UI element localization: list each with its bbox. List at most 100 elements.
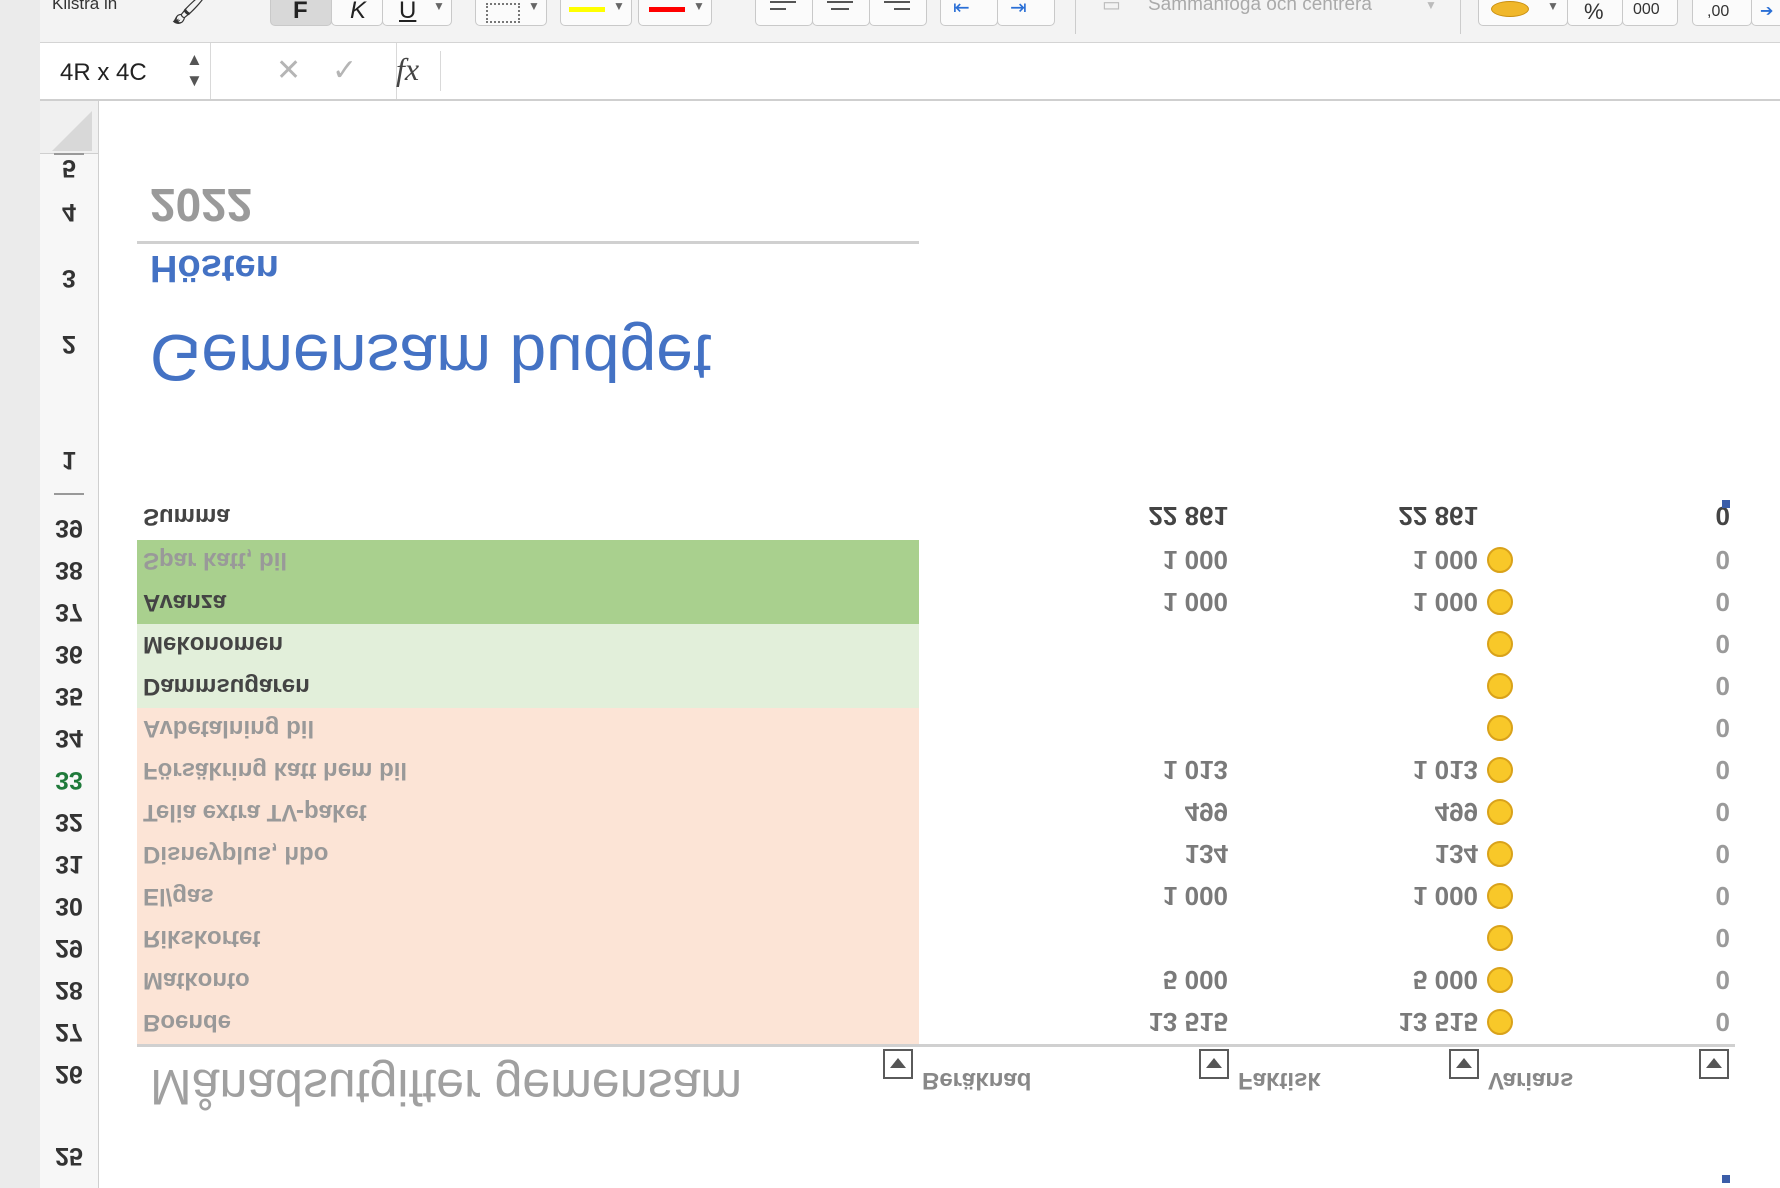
bold-button[interactable]: F bbox=[270, 0, 332, 26]
row-label[interactable]: Mekonomen bbox=[143, 630, 283, 658]
chevron-down-icon[interactable]: ▼ bbox=[433, 0, 445, 13]
chevron-down-icon[interactable]: ▼ bbox=[613, 0, 625, 13]
estimated-total[interactable]: 22 861 bbox=[1068, 500, 1228, 531]
row-number[interactable]: 32 bbox=[40, 807, 98, 836]
row-number[interactable]: 31 bbox=[40, 849, 98, 878]
currency-format-button[interactable]: ▼ bbox=[1478, 0, 1568, 26]
row-label[interactable]: Avbetalning bil bbox=[143, 714, 314, 742]
variance-cell[interactable]: 0 bbox=[1700, 712, 1730, 743]
formula-input[interactable] bbox=[450, 43, 1780, 99]
align-center-button[interactable] bbox=[812, 0, 870, 26]
percent-button[interactable]: % bbox=[1567, 0, 1623, 26]
thousands-button[interactable]: 000 bbox=[1622, 0, 1678, 26]
actual-cell[interactable]: 1 000 bbox=[1318, 586, 1478, 617]
confirm-icon[interactable]: ✓ bbox=[332, 53, 357, 88]
row-number[interactable]: 25 bbox=[40, 1141, 98, 1170]
row-number[interactable]: 34 bbox=[40, 723, 98, 752]
decrease-decimal-button[interactable]: ➔ bbox=[1751, 0, 1780, 26]
actual-cell[interactable] bbox=[1318, 628, 1478, 659]
actual-cell[interactable] bbox=[1318, 670, 1478, 701]
estimated-cell[interactable]: 5 000 bbox=[1068, 964, 1228, 995]
actual-cell[interactable]: 13 515 bbox=[1318, 1006, 1478, 1037]
estimated-cell[interactable] bbox=[1068, 628, 1228, 659]
filter-button-extra[interactable] bbox=[1699, 1049, 1729, 1079]
row-number[interactable]: 3 bbox=[40, 263, 98, 292]
filter-button-actual[interactable] bbox=[1199, 1049, 1229, 1079]
column-header-actual[interactable]: Faktisk bbox=[1238, 1066, 1321, 1094]
underline-button[interactable]: U ▼ bbox=[382, 0, 452, 26]
actual-cell[interactable] bbox=[1318, 712, 1478, 743]
actual-cell[interactable]: 134 bbox=[1318, 838, 1478, 869]
estimated-cell[interactable]: 13 515 bbox=[1068, 1006, 1228, 1037]
variance-cell[interactable]: 0 bbox=[1700, 922, 1730, 953]
filter-button-estimated[interactable] bbox=[883, 1049, 913, 1079]
selection-handle[interactable] bbox=[1722, 1175, 1730, 1183]
variance-cell[interactable]: 0 bbox=[1700, 586, 1730, 617]
format-painter-icon[interactable]: 🖌 bbox=[170, 0, 208, 27]
estimated-cell[interactable]: 134 bbox=[1068, 838, 1228, 869]
row-label[interactable]: Avanza bbox=[143, 588, 226, 616]
increase-decimal-button[interactable]: ,00 bbox=[1692, 0, 1752, 26]
row-label[interactable]: Disneyplus, hbo bbox=[143, 840, 328, 868]
insert-function-button[interactable]: fx bbox=[396, 51, 419, 88]
variance-cell[interactable]: 0 bbox=[1700, 670, 1730, 701]
row-label[interactable]: Telia extra TV-paket bbox=[143, 798, 367, 826]
borders-button[interactable]: ▼ bbox=[475, 0, 547, 26]
total-label[interactable]: Summa bbox=[143, 502, 230, 530]
row-number[interactable]: 27 bbox=[40, 1017, 98, 1046]
row-label[interactable]: Rikskortet bbox=[143, 924, 260, 952]
row-number[interactable]: 35 bbox=[40, 681, 98, 710]
row-label[interactable]: Dammsugaren bbox=[143, 672, 310, 700]
row-number[interactable]: 36 bbox=[40, 639, 98, 668]
font-color-button[interactable]: ▼ bbox=[638, 0, 712, 26]
name-box-spinner-icon[interactable]: ▲ ▼ bbox=[186, 49, 203, 91]
row-number-active[interactable]: 33 bbox=[40, 765, 98, 794]
align-left-button[interactable] bbox=[755, 0, 813, 26]
row-label[interactable]: Försäkring katt hem bil bbox=[143, 756, 407, 784]
actual-cell[interactable]: 5 000 bbox=[1318, 964, 1478, 995]
estimated-cell[interactable]: 499 bbox=[1068, 796, 1228, 827]
page-title[interactable]: Gemensam budget bbox=[150, 320, 711, 396]
actual-cell[interactable]: 1 000 bbox=[1318, 544, 1478, 575]
actual-cell[interactable] bbox=[1318, 922, 1478, 953]
row-label[interactable]: Matkonto bbox=[143, 966, 250, 994]
italic-button[interactable]: K bbox=[331, 0, 383, 26]
year-cell[interactable]: 2022 bbox=[150, 178, 252, 232]
fill-color-button[interactable]: ▼ bbox=[560, 0, 632, 26]
selection-handle[interactable] bbox=[1722, 500, 1730, 508]
row-number[interactable]: 28 bbox=[40, 975, 98, 1004]
merge-center-button[interactable]: Sammanfoga och centrera bbox=[1148, 0, 1372, 16]
variance-cell[interactable]: 0 bbox=[1700, 1006, 1730, 1037]
variance-cell[interactable]: 0 bbox=[1700, 754, 1730, 785]
estimated-cell[interactable]: 1 000 bbox=[1068, 586, 1228, 617]
paste-label[interactable]: Klistra in bbox=[52, 0, 117, 14]
chevron-down-icon[interactable]: ▼ bbox=[528, 0, 540, 13]
season-cell[interactable]: Hösten bbox=[150, 246, 279, 289]
chevron-down-icon[interactable]: ▼ bbox=[1425, 0, 1437, 12]
variance-cell[interactable]: 0 bbox=[1700, 880, 1730, 911]
column-header-variance[interactable]: Varians bbox=[1488, 1066, 1573, 1094]
row-number[interactable]: 5 bbox=[40, 153, 98, 182]
variance-cell[interactable]: 0 bbox=[1700, 838, 1730, 869]
estimated-cell[interactable]: 1 013 bbox=[1068, 754, 1228, 785]
estimated-cell[interactable] bbox=[1068, 670, 1228, 701]
variance-cell[interactable]: 0 bbox=[1700, 796, 1730, 827]
align-right-button[interactable] bbox=[869, 0, 927, 26]
row-number[interactable]: 2 bbox=[40, 329, 98, 358]
row-number[interactable]: 39 bbox=[40, 513, 98, 542]
actual-cell[interactable]: 1 013 bbox=[1318, 754, 1478, 785]
actual-total[interactable]: 22 861 bbox=[1318, 500, 1478, 531]
variance-cell[interactable]: 0 bbox=[1700, 964, 1730, 995]
chevron-down-icon[interactable]: ▼ bbox=[693, 0, 705, 13]
row-number[interactable]: 38 bbox=[40, 555, 98, 584]
row-number[interactable]: 29 bbox=[40, 933, 98, 962]
row-number[interactable]: 4 bbox=[40, 197, 98, 226]
name-box[interactable]: 4R x 4C ▲ ▼ bbox=[40, 43, 211, 99]
estimated-cell[interactable] bbox=[1068, 712, 1228, 743]
row-label[interactable]: El/gas bbox=[143, 882, 214, 910]
row-label[interactable]: Boende bbox=[143, 1008, 231, 1036]
row-number[interactable]: 30 bbox=[40, 891, 98, 920]
table-heading[interactable]: Månadsutgifter gemensam bbox=[150, 1058, 742, 1116]
row-label[interactable]: Spar katt, bil bbox=[143, 546, 287, 574]
decrease-indent-button[interactable]: ⇤ bbox=[940, 0, 998, 26]
